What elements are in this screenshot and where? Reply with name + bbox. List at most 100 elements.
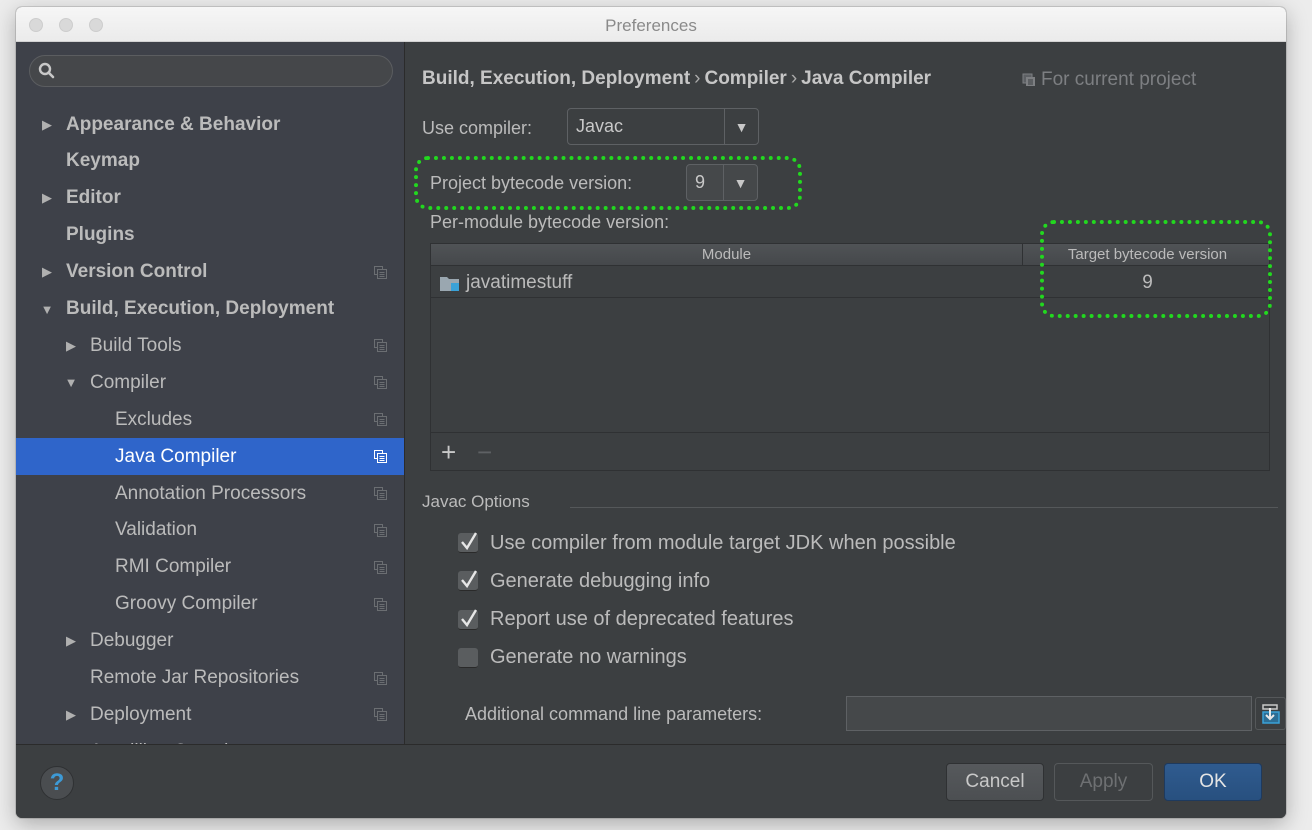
sidebar-item-label: Keymap bbox=[66, 150, 140, 172]
module-folder-icon bbox=[440, 276, 459, 291]
breadcrumb: Build, Execution, Deployment › Compiler › Ja… bbox=[422, 68, 931, 90]
help-button[interactable]: ? bbox=[40, 766, 74, 800]
sidebar-item-debugger[interactable]: ▶ Debugger bbox=[16, 623, 404, 660]
scope-label: For current project bbox=[1041, 69, 1197, 90]
cancel-button[interactable]: Cancel bbox=[946, 763, 1044, 801]
option-checkbox-row[interactable]: Generate debugging info bbox=[458, 567, 710, 595]
column-header-target[interactable]: Target bytecode version bbox=[1024, 244, 1271, 266]
expand-icon bbox=[1261, 703, 1280, 724]
javac-options-title: Javac Options bbox=[422, 492, 530, 511]
use-compiler-dropdown[interactable]: Javac ▼ bbox=[567, 108, 759, 145]
sidebar-item-build-tools[interactable]: ▶ Build Tools bbox=[16, 327, 404, 364]
sidebar-item-appearance-behavior[interactable]: ▶ Appearance & Behavior bbox=[16, 106, 404, 143]
sidebar-item-excludes[interactable]: Excludes bbox=[16, 401, 404, 438]
checkmark-icon bbox=[461, 570, 478, 589]
checkbox-label: Generate debugging info bbox=[490, 569, 711, 592]
checkbox-label: Generate no warnings bbox=[490, 646, 687, 669]
table-row[interactable]: javatimestuff 9 bbox=[431, 267, 1269, 298]
sidebar-item-groovy-compiler[interactable]: Groovy Compiler bbox=[16, 586, 404, 623]
sidebar-item-label: Annotation Processors bbox=[115, 482, 307, 504]
checkbox-label: Use compiler from module target JDK when… bbox=[490, 531, 956, 554]
expand-field-button[interactable] bbox=[1255, 697, 1286, 730]
collapsed-arrow-icon[interactable]: ▶ bbox=[40, 117, 54, 133]
chevron-down-icon: ▼ bbox=[723, 165, 757, 200]
sidebar-item-java-compiler[interactable]: Java Compiler bbox=[16, 438, 404, 476]
option-checkbox-row[interactable]: Report use of deprecated features bbox=[458, 606, 794, 634]
sidebar-item-arquillian-containers[interactable]: Arquillian Containers bbox=[16, 733, 404, 744]
project-scope-icon bbox=[374, 560, 387, 574]
use-compiler-value: Javac bbox=[576, 116, 624, 136]
table-toolbar: + − bbox=[431, 432, 1269, 471]
project-bytecode-label: Project bytecode version: bbox=[430, 173, 633, 193]
module-cell: javatimestuff bbox=[439, 267, 572, 298]
sidebar-item-label: Groovy Compiler bbox=[115, 593, 258, 615]
sidebar-item-keymap[interactable]: Keymap bbox=[16, 143, 404, 180]
breadcrumb-separator: › bbox=[694, 68, 701, 89]
chevron-down-icon: ▼ bbox=[724, 109, 758, 144]
project-scope-icon bbox=[374, 597, 387, 611]
sidebar-item-label: Compiler bbox=[90, 371, 167, 393]
project-scope-icon bbox=[374, 671, 387, 685]
checkbox[interactable] bbox=[458, 570, 478, 592]
expanded-arrow-icon[interactable]: ▼ bbox=[64, 375, 78, 390]
additional-params-label: Additional command line parameters: bbox=[465, 704, 763, 724]
project-scope-icon bbox=[374, 450, 387, 464]
collapsed-arrow-icon[interactable]: ▶ bbox=[40, 264, 54, 280]
checkbox[interactable] bbox=[458, 608, 478, 630]
per-module-label: Per-module bytecode version: bbox=[430, 212, 670, 232]
dialog-footer: ? Cancel Apply OK bbox=[16, 744, 1286, 818]
collapsed-arrow-icon[interactable]: ▶ bbox=[64, 338, 78, 354]
project-bytecode-value: 9 bbox=[695, 172, 706, 192]
sidebar-item-label: Build Tools bbox=[90, 334, 182, 356]
expanded-arrow-icon[interactable]: ▼ bbox=[40, 302, 54, 317]
collapsed-arrow-icon[interactable]: ▶ bbox=[40, 190, 54, 206]
add-module-button[interactable]: + bbox=[441, 439, 456, 465]
sidebar-item-validation[interactable]: Validation bbox=[16, 512, 404, 549]
sidebar-item-deployment[interactable]: ▶ Deployment bbox=[16, 696, 404, 733]
settings-search-input[interactable] bbox=[29, 55, 393, 87]
section-divider bbox=[570, 507, 1278, 508]
collapsed-arrow-icon[interactable]: ▶ bbox=[64, 707, 78, 723]
sidebar-item-plugins[interactable]: Plugins bbox=[16, 217, 404, 254]
project-scope-icon bbox=[374, 523, 387, 537]
project-bytecode-dropdown[interactable]: 9 ▼ bbox=[686, 164, 758, 201]
sidebar-item-label: Editor bbox=[66, 187, 121, 209]
sidebar-item-annotation-processors[interactable]: Annotation Processors bbox=[16, 475, 404, 512]
project-scope-icon bbox=[374, 376, 387, 390]
sidebar-item-label: Appearance & Behavior bbox=[66, 113, 281, 135]
sidebar-item-label: Deployment bbox=[90, 703, 192, 725]
project-scope-icon bbox=[374, 413, 387, 427]
project-scope-icon bbox=[374, 339, 387, 353]
checkbox[interactable] bbox=[458, 647, 478, 668]
additional-params-input[interactable] bbox=[846, 696, 1252, 731]
sidebar-item-label: Debugger bbox=[90, 630, 174, 652]
breadcrumb-item: Compiler bbox=[704, 68, 787, 89]
sidebar-item-label: RMI Compiler bbox=[115, 556, 232, 578]
sidebar-item-label: Validation bbox=[115, 519, 198, 541]
java-compiler-panel: Build, Execution, Deployment › Compiler › Ja… bbox=[406, 42, 1286, 744]
sidebar-item-editor[interactable]: ▶ Editor bbox=[16, 180, 404, 217]
module-name: javatimestuff bbox=[466, 272, 573, 293]
column-header-module[interactable]: Module bbox=[431, 244, 1023, 266]
breadcrumb-item: Build, Execution, Deployment bbox=[422, 68, 691, 89]
remove-module-button[interactable]: − bbox=[477, 439, 492, 465]
window-title: Preferences bbox=[605, 16, 697, 35]
sidebar-item-compiler[interactable]: ▼ Compiler bbox=[16, 364, 404, 401]
sidebar-item-rmi-compiler[interactable]: RMI Compiler bbox=[16, 549, 404, 586]
ok-button[interactable]: OK bbox=[1164, 763, 1262, 801]
apply-button[interactable]: Apply bbox=[1054, 763, 1153, 801]
collapsed-arrow-icon[interactable]: ▶ bbox=[64, 633, 78, 649]
sidebar-item-label: Remote Jar Repositories bbox=[90, 667, 300, 688]
sidebar-item-version-control[interactable]: ▶ Version Control bbox=[16, 254, 404, 291]
option-checkbox-row[interactable]: Generate no warnings bbox=[458, 644, 687, 672]
sidebar-item-build-execution-deployment[interactable]: ▼ Build, Execution, Deployment bbox=[16, 291, 404, 328]
search-icon bbox=[38, 62, 55, 79]
preferences-window: Preferences ▶ Appearance & Behavior Keymap… bbox=[16, 7, 1286, 818]
project-scope-icon bbox=[1022, 73, 1035, 86]
checkbox[interactable] bbox=[458, 532, 478, 553]
project-scope-icon bbox=[374, 708, 387, 722]
sidebar-item-label: Plugins bbox=[66, 224, 135, 246]
sidebar-item-remote-jar-repositories[interactable]: Remote Jar Repositories bbox=[16, 660, 404, 697]
target-version-cell[interactable]: 9 bbox=[1024, 267, 1271, 298]
option-checkbox-row[interactable]: Use compiler from module target JDK when… bbox=[458, 529, 956, 557]
